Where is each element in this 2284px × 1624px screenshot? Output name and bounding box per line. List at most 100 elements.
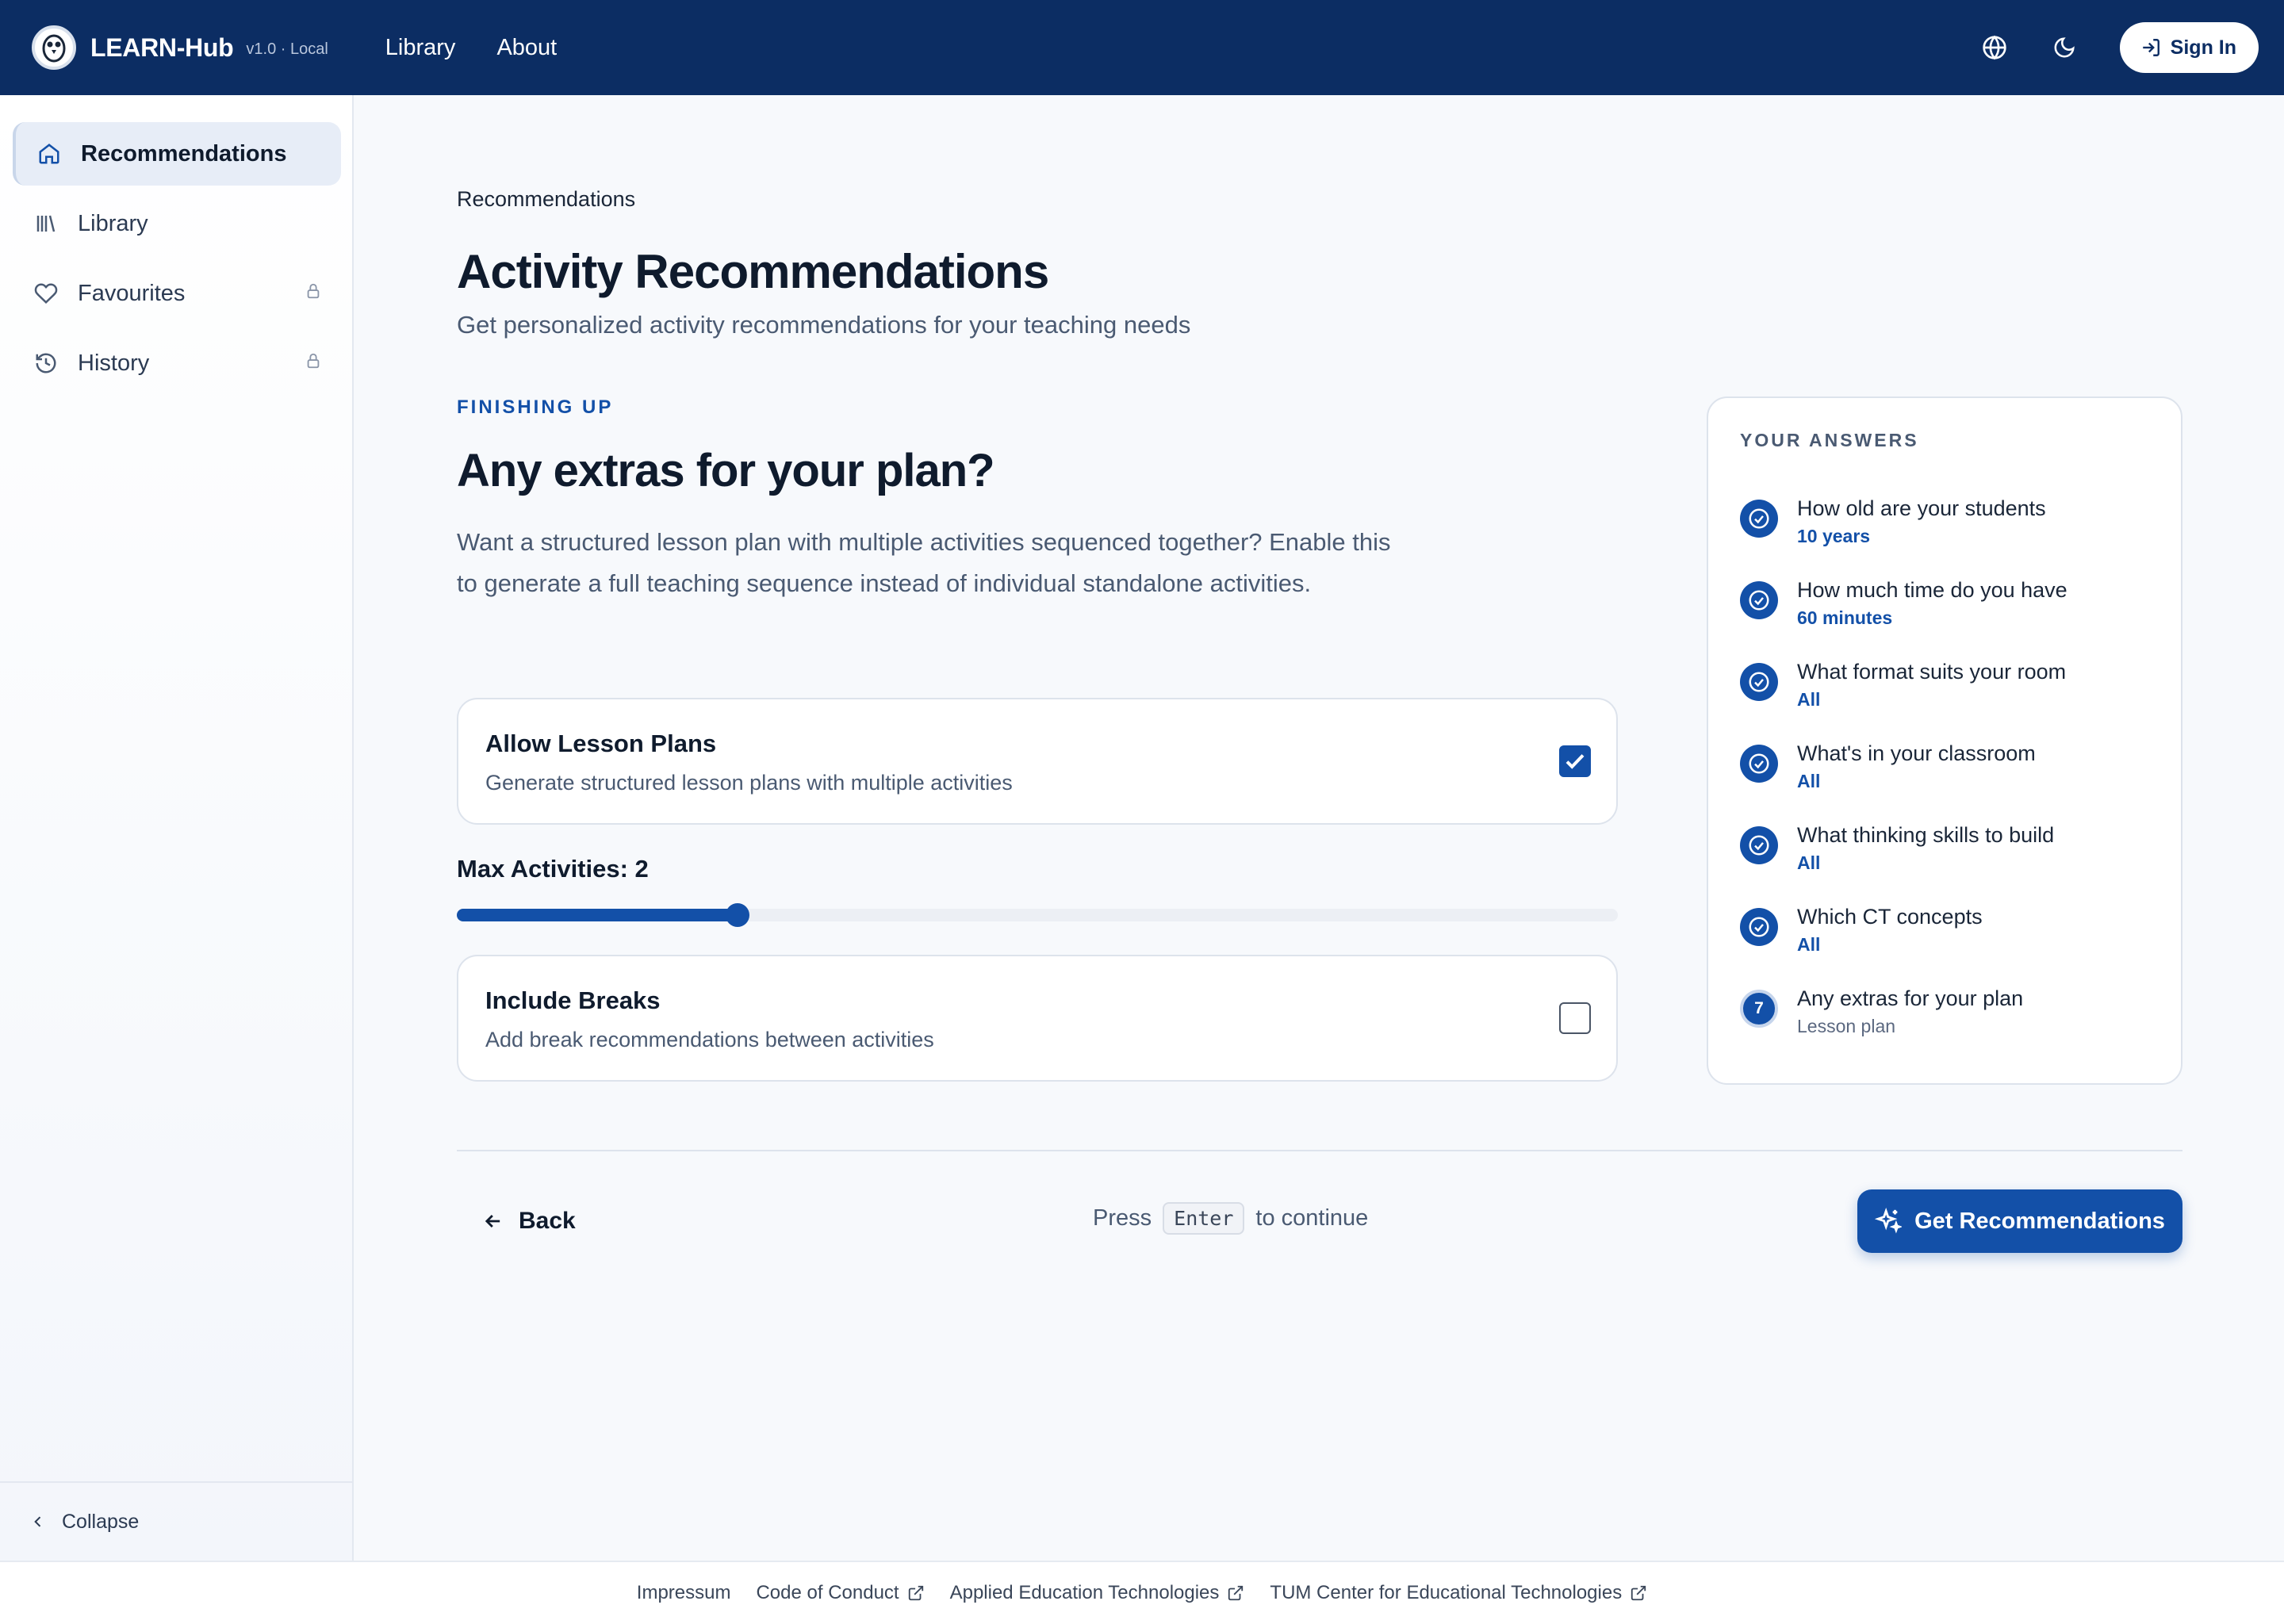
footer-link-impressum[interactable]: Impressum [637,1582,731,1604]
footer-link-label: TUM Center for Educational Technologies [1270,1582,1623,1603]
option-title: Allow Lesson Plans [485,730,717,757]
answer-item-current[interactable]: 7 Any extras for your plan Lesson plan [1740,986,2023,1037]
external-link-icon [1631,1585,1646,1601]
footer-link-tum-center[interactable]: TUM Center for Educational Technologies [1270,1582,1647,1604]
sidebar-item-label: Library [78,210,148,236]
footer-link-label: Impressum [636,1582,731,1603]
sign-in-label: Sign In [2170,36,2236,59]
brand-name: LEARN-Hub [90,33,234,62]
answer-value: 60 minutes [1797,607,1893,628]
answers-title: YOUR ANSWERS [1740,430,1919,450]
lock-icon [305,350,322,377]
lock-icon [305,281,322,307]
sidebar-item-recommendations[interactable]: Recommendations [13,122,341,186]
back-label: Back [519,1208,576,1234]
answer-item[interactable]: How old are your students 10 years [1740,496,2046,547]
check-circle-icon [1740,663,1778,701]
breadcrumb: Recommendations [457,187,636,211]
divider [457,1150,2182,1151]
max-activities-slider[interactable] [457,903,1618,927]
top-header: LEARN-Hub v1.0 · Local Library About Sig… [0,0,2284,95]
answer-value: All [1797,771,1821,791]
include-breaks-card[interactable]: Include Breaks Add break recommendations… [457,955,1618,1082]
check-circle-icon [1740,826,1778,864]
check-icon [1565,754,1585,769]
option-description: Generate structured lesson plans with mu… [485,771,1013,795]
sidebar-item-label: Favourites [78,280,186,306]
moon-icon [2054,37,2075,58]
sidebar-item-label: History [78,350,150,376]
header-actions: Sign In [1950,22,2259,73]
globe-icon [1983,35,2006,60]
page-title: Activity Recommendations [457,245,1049,298]
allow-lesson-plans-card[interactable]: Allow Lesson Plans Generate structured l… [457,698,1618,825]
question-description: Want a structured lesson plan with multi… [457,528,1391,597]
arrow-left-icon [485,1215,500,1228]
step-label: FINISHING UP [457,396,614,418]
back-button[interactable]: Back [482,1197,576,1245]
slider-thumb[interactable] [725,903,749,927]
answer-item[interactable]: What thinking skills to build All [1740,823,2054,874]
answer-question: How much time do you have [1797,578,2067,602]
heart-icon [32,279,60,308]
footer: Impressum Code of Conduct Applied Educat… [0,1561,2284,1624]
press-label: Press [1093,1205,1152,1231]
answer-question: What format suits your room [1797,660,2067,684]
max-activities-label: Max Activities: 2 [457,855,649,883]
answer-question: What's in your classroom [1797,741,2036,765]
allow-lesson-plans-checkbox[interactable] [1559,745,1591,777]
answer-item[interactable]: What format suits your room All [1740,660,2066,710]
footer-link-applied-edtech[interactable]: Applied Education Technologies [950,1582,1245,1604]
answer-question: How old are your students [1797,496,2046,520]
sidebar-item-library[interactable]: Library [13,192,341,255]
footer-link-label: Applied Education Technologies [949,1582,1220,1603]
sidebar-item-label: Recommendations [81,140,287,167]
answer-item[interactable]: Which CT concepts All [1740,905,1983,956]
external-link-icon [908,1585,923,1601]
answer-item[interactable]: How much time do you have 60 minutes [1740,578,2067,629]
sidebar: Recommendations Library Favourites Histo… [0,95,354,1561]
brand-version: v1.0 · Local [246,40,328,58]
footer-link-code-of-conduct[interactable]: Code of Conduct [756,1582,924,1604]
check-circle-icon [1740,908,1778,946]
sign-in-button[interactable]: Sign In [2119,22,2259,73]
owl-logo-icon [32,25,76,70]
question-heading: Any extras for your plan? [457,445,995,496]
answer-item[interactable]: What's in your classroom All [1740,741,2036,792]
chevron-left-icon [34,1516,41,1527]
answer-question: Any extras for your plan [1797,986,2024,1010]
answer-value: Lesson plan [1797,1016,1896,1036]
language-button[interactable] [1969,22,2020,73]
option-description: Add break recommendations between activi… [485,1028,934,1051]
footer-link-label: Code of Conduct [756,1582,899,1603]
get-recommendations-button[interactable]: Get Recommendations [1857,1189,2182,1253]
sign-in-icon [2142,39,2159,56]
answer-value: All [1797,852,1821,873]
keyboard-hint: Press Enter to continue [1093,1202,1368,1235]
nav-library-link[interactable]: Library [385,35,456,61]
top-nav: Library About [385,35,598,61]
theme-toggle-button[interactable] [2039,22,2090,73]
nav-about-link[interactable]: About [496,35,557,61]
answer-value: All [1797,689,1821,710]
collapse-sidebar-button[interactable]: Collapse [0,1481,354,1561]
answer-question: Which CT concepts [1797,905,1983,929]
sparkles-icon [1875,1208,1903,1234]
page-subtitle: Get personalized activity recommendation… [457,311,1191,339]
brand[interactable]: LEARN-Hub v1.0 · Local [32,25,328,70]
sidebar-item-favourites[interactable]: Favourites [13,262,341,325]
continue-label: to continue [1255,1205,1369,1231]
step-number-badge: 7 [1740,990,1778,1028]
include-breaks-checkbox[interactable] [1559,1002,1591,1034]
main-content: Recommendations Activity Recommendations… [355,95,2284,1561]
sidebar-item-history[interactable]: History [13,331,341,395]
external-link-icon [1228,1585,1244,1601]
answer-question: What thinking skills to build [1797,823,2055,847]
answer-value: All [1797,934,1821,955]
library-icon [32,209,60,238]
check-circle-icon [1740,581,1778,619]
check-circle-icon [1740,500,1778,538]
slider-fill [457,909,738,921]
enter-key: Enter [1163,1202,1245,1235]
answer-value: 10 years [1797,526,1871,546]
